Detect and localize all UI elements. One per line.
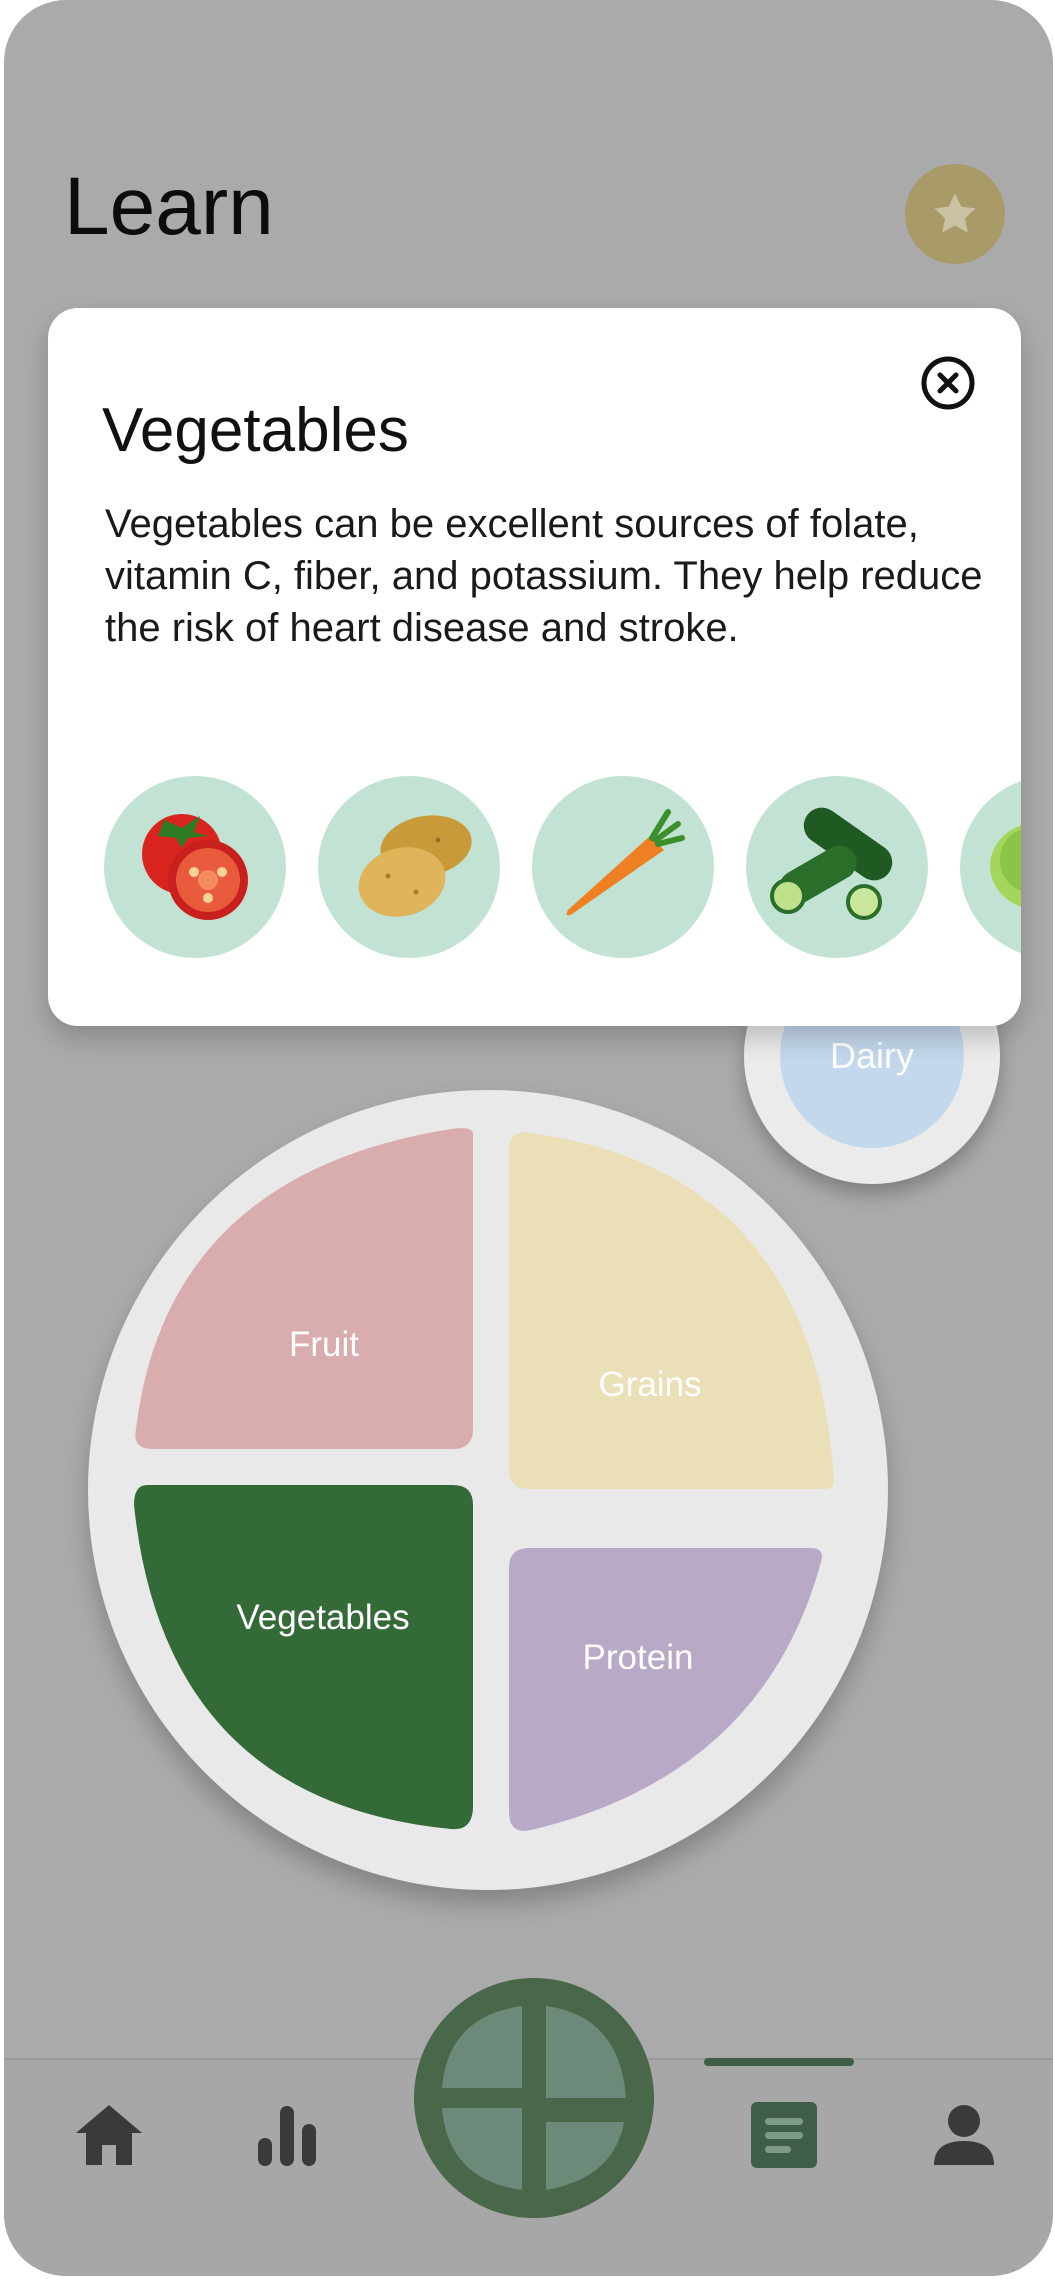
bar-chart-icon (258, 2106, 316, 2166)
info-card: Vegetables Vegetables can be excellent s… (48, 308, 1021, 1026)
potato-icon (358, 815, 472, 917)
plate-button[interactable] (414, 1978, 654, 2218)
person-icon (934, 2105, 994, 2165)
nav-home[interactable] (64, 2090, 154, 2180)
nav-learn[interactable] (739, 2090, 829, 2180)
nav-stats[interactable] (242, 2090, 332, 2180)
lettuce-icon (990, 825, 1021, 907)
page-title: Learn (64, 161, 274, 252)
potato-item[interactable] (318, 776, 500, 958)
tomato-item[interactable] (104, 776, 286, 958)
info-description: Vegetables can be excellent sources of f… (105, 502, 983, 650)
carrot-icon (566, 809, 685, 916)
plate-icon (442, 2006, 626, 2190)
cucumber-item[interactable] (746, 776, 928, 958)
dairy-label: Dairy (829, 1035, 914, 1076)
carrot-item[interactable] (532, 776, 714, 958)
vegetables-label: Vegetables (236, 1598, 410, 1637)
fruit-segment[interactable] (135, 1128, 473, 1449)
active-tab-indicator (704, 2058, 854, 2066)
info-title: Vegetables (102, 396, 409, 465)
fruit-label: Fruit (289, 1325, 359, 1364)
nav-profile[interactable] (919, 2090, 1009, 2180)
article-icon (751, 2102, 817, 2168)
food-plate: Fruit Grains Vegetables Protein (88, 1090, 888, 1890)
lettuce-item[interactable] (960, 776, 1021, 958)
protein-segment[interactable] (509, 1548, 822, 1831)
cucumber-icon (770, 807, 893, 920)
tomato-icon (142, 814, 248, 920)
app-screen: Learn Dairy Fruit Grains Vegetables Prot… (4, 0, 1053, 2276)
favorites-button[interactable] (905, 164, 1005, 264)
protein-label: Protein (582, 1638, 694, 1677)
home-icon (76, 2105, 142, 2165)
close-circle-icon[interactable] (921, 356, 975, 410)
grains-segment[interactable] (509, 1132, 834, 1489)
star-icon (934, 193, 976, 233)
vegetables-segment[interactable] (134, 1485, 473, 1830)
grains-label: Grains (598, 1365, 702, 1404)
